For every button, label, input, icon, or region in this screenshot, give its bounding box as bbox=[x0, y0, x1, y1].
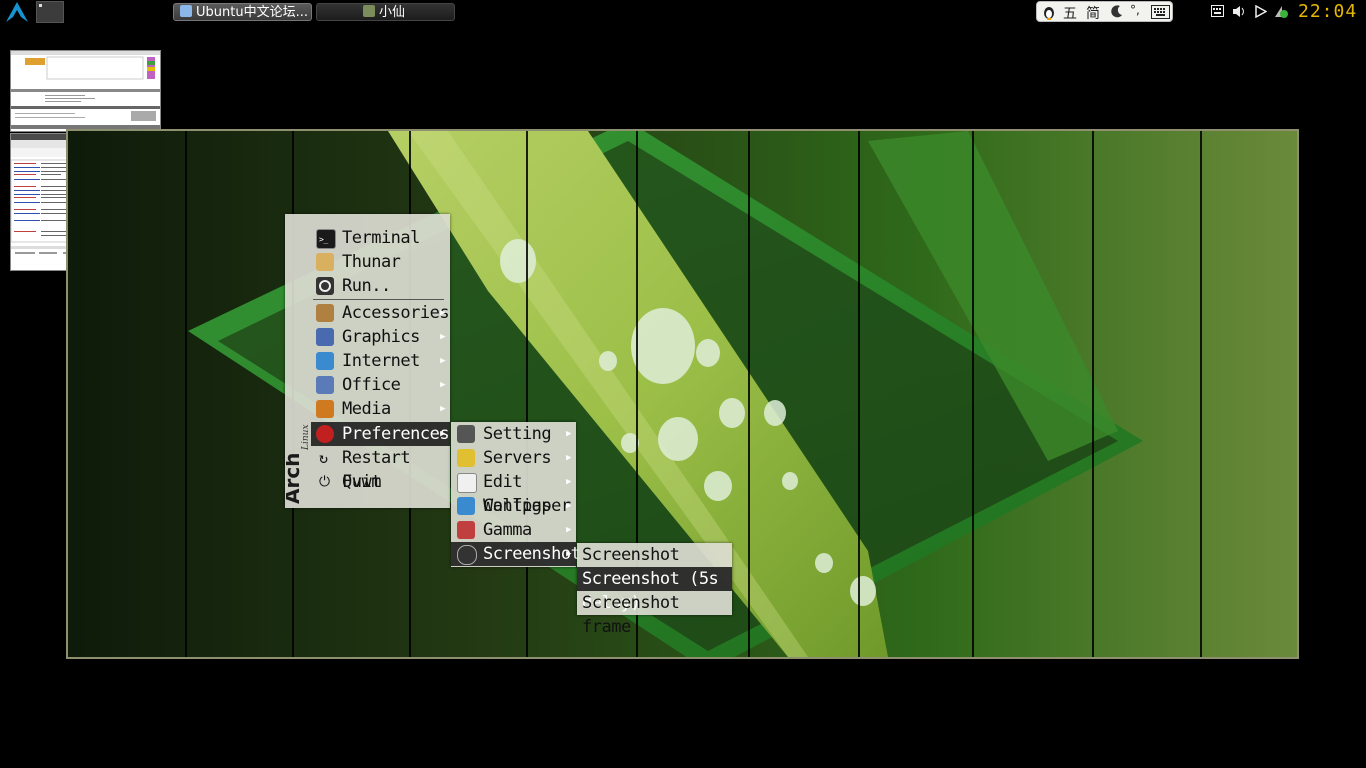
power-icon: ⏻ bbox=[319, 474, 330, 490]
preferences-submenu: Setting ▶ Servers ▶ Edit Configs ▶ Wallpape… bbox=[451, 422, 581, 567]
submenu-arrow-icon: ▶ bbox=[440, 332, 445, 342]
servers-icon bbox=[457, 449, 475, 467]
gamma-icon bbox=[457, 521, 475, 539]
desktop[interactable]: Ubuntu中文论坛... 小仙 五 简 °, 22:04 Arch Linux… bbox=[0, 0, 1366, 768]
accessories-icon bbox=[316, 304, 334, 322]
menu-item-wallpaper[interactable]: Wallpaper ▶ bbox=[451, 494, 576, 518]
menu-item-preferences[interactable]: Preferences ▶ bbox=[311, 422, 450, 446]
folder-icon bbox=[316, 253, 334, 271]
input-method-bar[interactable]: 五 简 °, bbox=[1036, 1, 1173, 22]
task-label: Ubuntu中文论坛... bbox=[196, 5, 308, 20]
menu-item-run[interactable]: Run.. bbox=[285, 274, 450, 298]
submenu-arrow-icon: ▶ bbox=[566, 549, 571, 559]
menu-item-edit-configs[interactable]: Edit Configs ▶ bbox=[451, 470, 576, 516]
gear-icon bbox=[316, 277, 334, 295]
preferences-icon bbox=[316, 425, 334, 443]
window-thumbnail-browser[interactable] bbox=[10, 50, 161, 132]
svg-text:>_: >_ bbox=[319, 235, 328, 244]
setting-icon bbox=[457, 425, 475, 443]
ime-punctuation[interactable]: °, bbox=[1130, 3, 1140, 17]
restart-icon: ↻ bbox=[319, 449, 328, 467]
menu-item-graphics[interactable]: Graphics ▶ bbox=[285, 325, 450, 349]
ime-mode-wubi[interactable]: 五 bbox=[1063, 3, 1077, 23]
submenu-arrow-icon: ▶ bbox=[566, 477, 571, 487]
graphics-icon bbox=[316, 328, 334, 346]
terminal-icon: >_ bbox=[316, 229, 336, 249]
menu-item-screenshot-now[interactable]: Screenshot bbox=[577, 543, 732, 567]
edit-icon bbox=[457, 473, 477, 493]
menu-item-gamma[interactable]: Gamma ▶ bbox=[451, 518, 576, 542]
chat-icon bbox=[363, 5, 375, 17]
submenu-arrow-icon: ▶ bbox=[440, 380, 445, 390]
camera-icon bbox=[457, 545, 477, 565]
penguin-icon[interactable] bbox=[1042, 4, 1056, 24]
menu-item-screenshot-frame[interactable]: Screenshot frame bbox=[577, 591, 732, 637]
menu-item-media[interactable]: Media ▶ bbox=[285, 397, 450, 421]
menu-item-restart-fvwm[interactable]: ↻ Restart Fvwm bbox=[285, 446, 450, 492]
menu-item-servers[interactable]: Servers ▶ bbox=[451, 446, 576, 470]
office-icon bbox=[316, 376, 334, 394]
play-icon[interactable] bbox=[1255, 4, 1268, 21]
menu-separator bbox=[313, 299, 444, 300]
taskbar-button-ubuntu-forum[interactable]: Ubuntu中文论坛... bbox=[173, 3, 312, 21]
submenu-arrow-icon: ▶ bbox=[566, 525, 571, 535]
root-menu: Arch Linux >_ Terminal Thunar Run.. Acce… bbox=[285, 214, 450, 508]
moon-icon[interactable] bbox=[1111, 4, 1123, 22]
menu-item-setting[interactable]: Setting ▶ bbox=[451, 422, 576, 446]
menu-item-thunar[interactable]: Thunar bbox=[285, 250, 450, 274]
top-panel: Ubuntu中文论坛... 小仙 五 简 °, 22:04 bbox=[0, 0, 1366, 24]
submenu-arrow-icon: ▶ bbox=[440, 404, 445, 414]
submenu-arrow-icon: ▶ bbox=[566, 501, 571, 511]
workspace-pager[interactable] bbox=[36, 1, 64, 23]
submenu-arrow-icon: ▶ bbox=[440, 308, 445, 318]
keyboard-layout-icon[interactable] bbox=[1211, 5, 1224, 20]
menu-item-accessories[interactable]: Accessories ▶ bbox=[285, 301, 450, 325]
submenu-arrow-icon: ▶ bbox=[566, 429, 571, 439]
menu-item-screenshot[interactable]: Screenshot ▶ bbox=[451, 542, 581, 566]
menu-item-internet[interactable]: Internet ▶ bbox=[285, 349, 450, 373]
submenu-arrow-icon: ▶ bbox=[566, 453, 571, 463]
ime-simplified[interactable]: 简 bbox=[1086, 3, 1100, 23]
network-icon[interactable] bbox=[1273, 4, 1289, 22]
clock[interactable]: 22:04 bbox=[1298, 1, 1357, 22]
volume-icon[interactable] bbox=[1232, 5, 1247, 21]
browser-thumbnail-image bbox=[11, 51, 160, 129]
browser-icon bbox=[180, 5, 192, 17]
menu-item-screenshot-delay[interactable]: Screenshot (5s delay) bbox=[577, 567, 732, 613]
submenu-arrow-icon: ▶ bbox=[440, 356, 445, 366]
screenshot-submenu: Screenshot Screenshot (5s delay) Screens… bbox=[577, 543, 732, 637]
taskbar-button-xiaoxian[interactable]: 小仙 bbox=[316, 3, 455, 21]
submenu-arrow-icon: ▶ bbox=[440, 429, 445, 439]
internet-icon bbox=[316, 352, 334, 370]
menu-item-terminal[interactable]: >_ Terminal bbox=[285, 226, 450, 250]
arch-logo-icon[interactable] bbox=[4, 1, 30, 23]
media-icon bbox=[316, 400, 334, 418]
keyboard-icon[interactable] bbox=[1151, 5, 1170, 23]
menu-item-quit[interactable]: ⏻ Quit bbox=[285, 470, 450, 494]
wallpaper-icon bbox=[457, 497, 475, 515]
menu-item-office[interactable]: Office ▶ bbox=[285, 373, 450, 397]
pager-window-marker bbox=[39, 4, 42, 7]
task-label: 小仙 bbox=[379, 5, 406, 20]
